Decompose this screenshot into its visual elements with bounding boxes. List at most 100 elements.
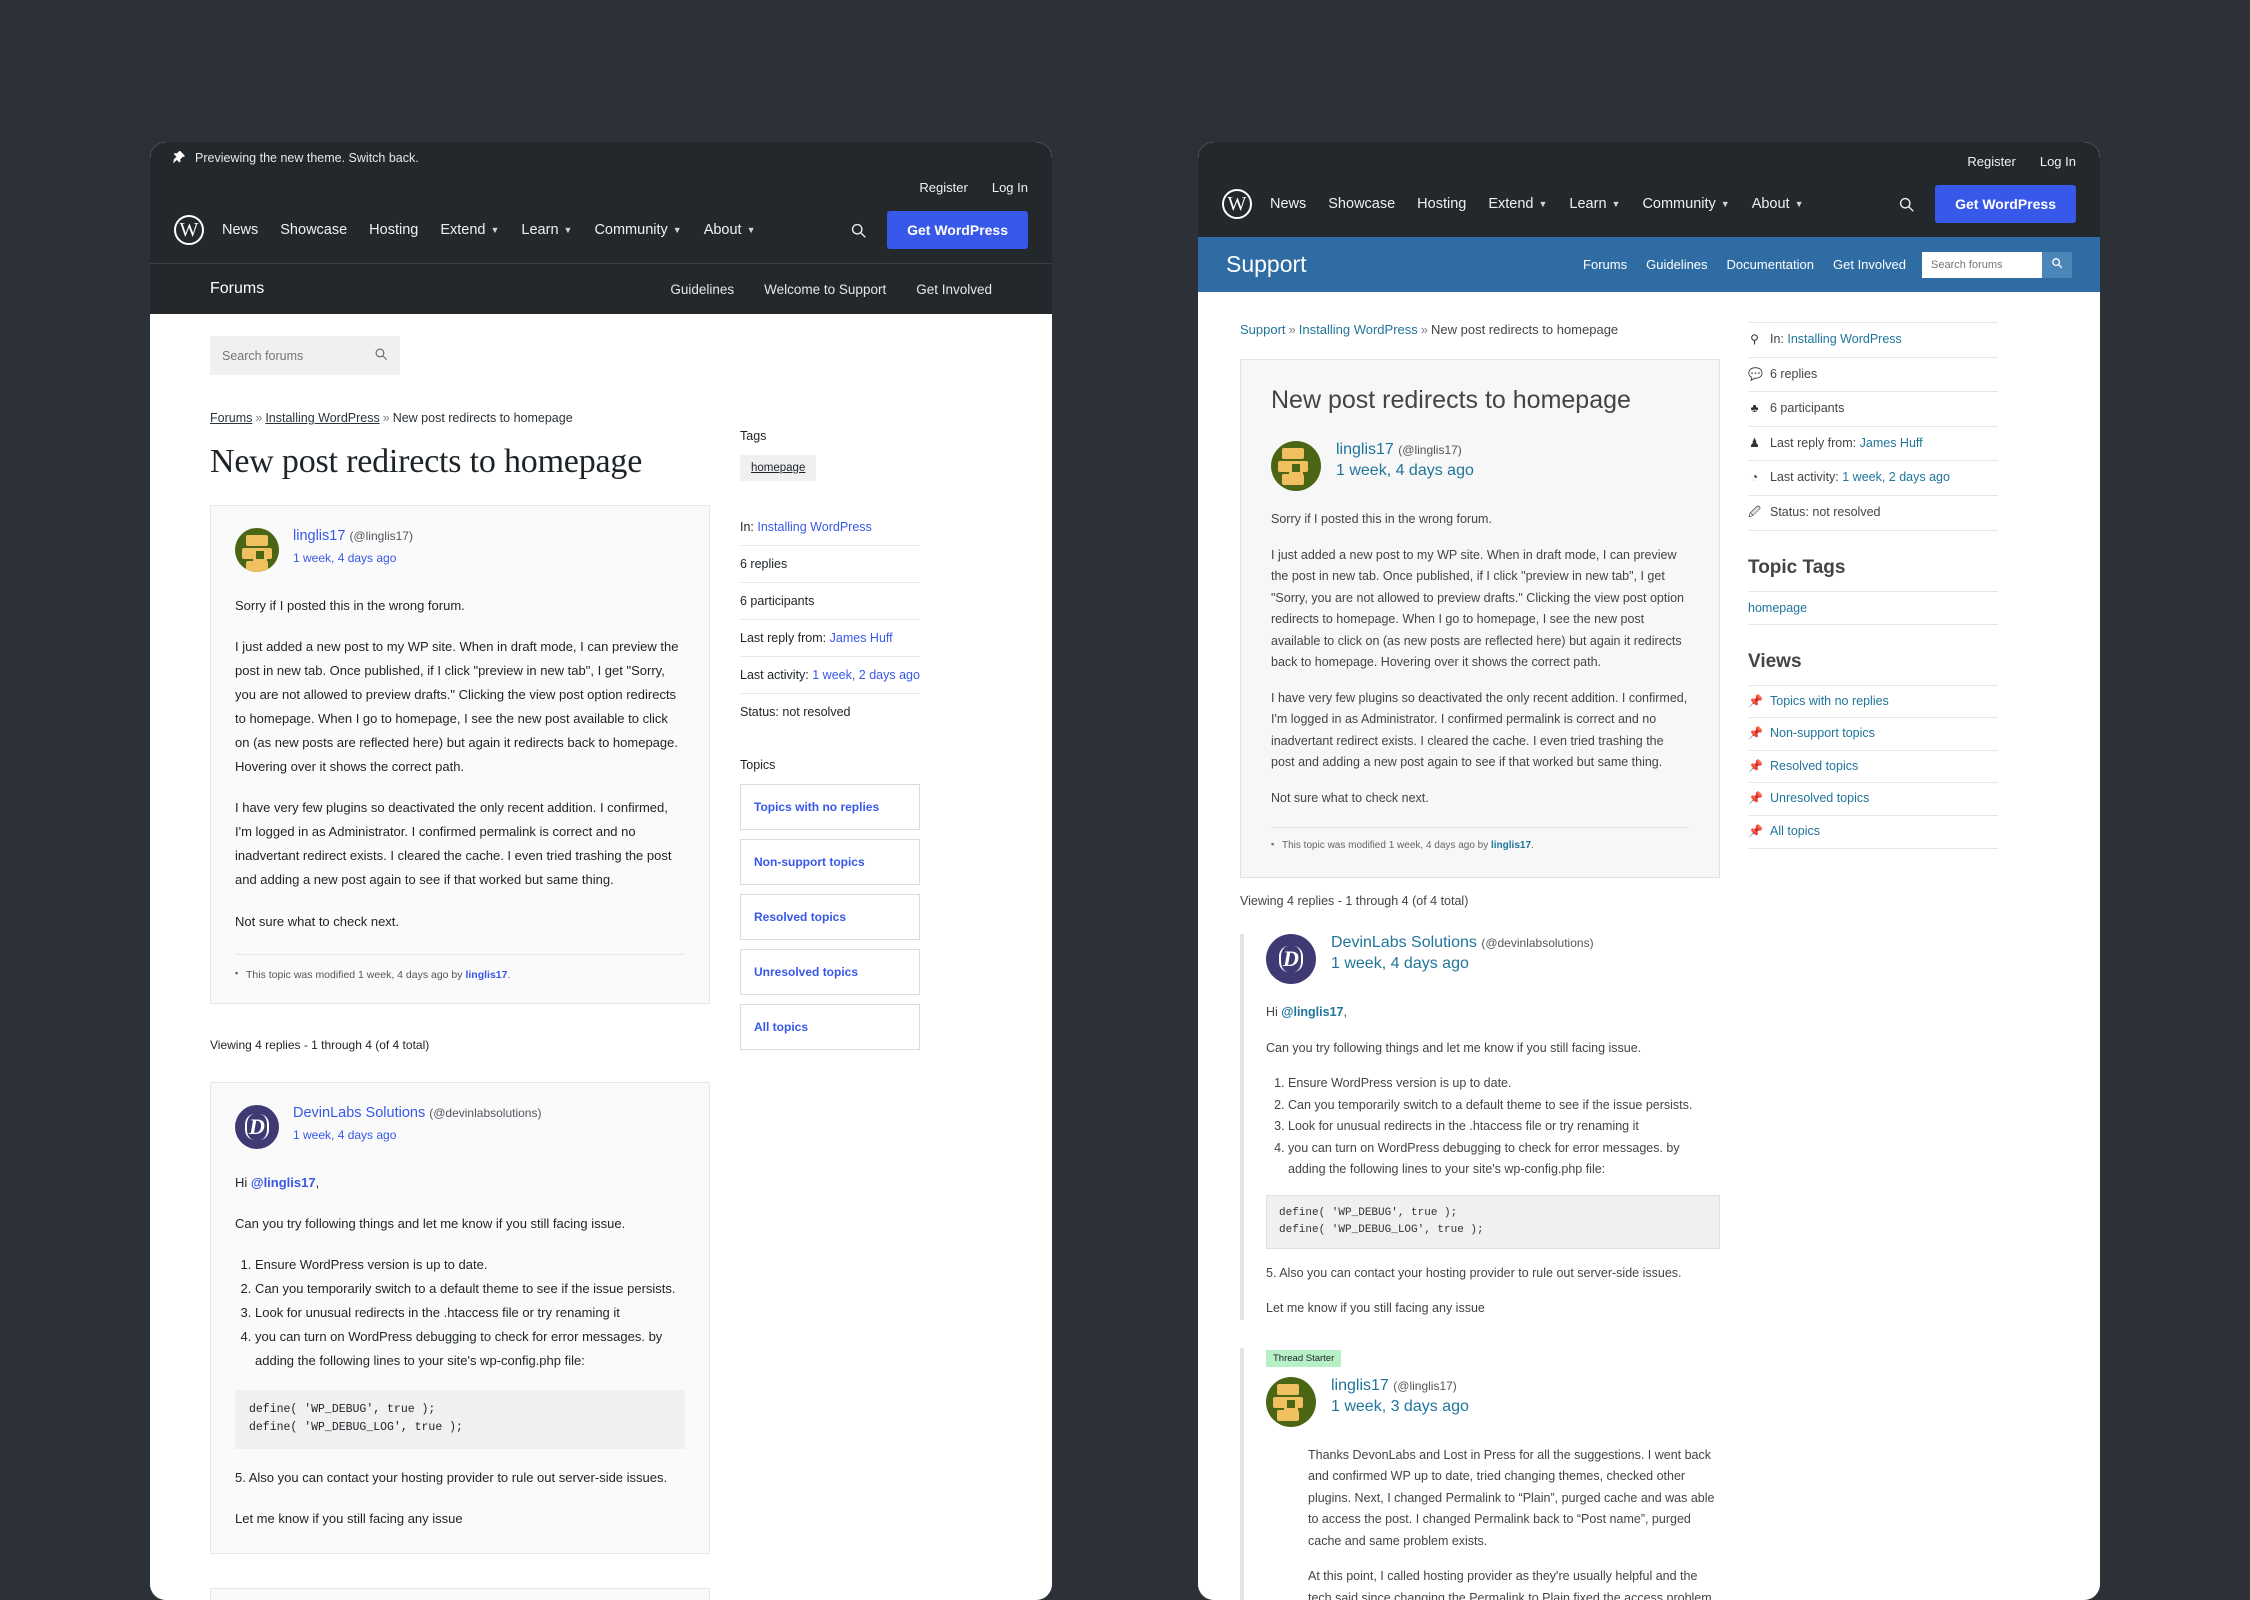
tag-row: homepage <box>1748 592 1998 625</box>
chevron-down-icon: ▼ <box>564 225 573 235</box>
view-non-support-topics[interactable]: Non-support topics <box>740 839 920 885</box>
support-link-guidelines[interactable]: Guidelines <box>1646 257 1707 272</box>
view-resolved-topics[interactable]: 📌Resolved topics <box>1748 751 1998 784</box>
post-date-link[interactable]: 1 week, 3 days ago <box>1331 1398 1469 1416</box>
meta-replies: 💬 6 replies <box>1748 358 1998 393</box>
view-topics-no-replies[interactable]: Topics with no replies <box>740 784 920 830</box>
modified-note-user[interactable]: linglis17 <box>1491 840 1531 851</box>
topic-first-post: New post redirects to homepage linglis17… <box>1240 359 1720 878</box>
search-icon[interactable] <box>374 347 388 364</box>
author-link[interactable]: linglis17 <box>1331 1377 1389 1394</box>
nav-label: Community <box>594 222 667 238</box>
breadcrumb-separator: » <box>1286 322 1299 337</box>
forums-brand[interactable]: Forums <box>210 280 264 298</box>
breadcrumb-installing-wordpress[interactable]: Installing WordPress <box>1299 322 1418 337</box>
login-link[interactable]: Log In <box>992 180 1028 195</box>
search-button[interactable] <box>2042 252 2072 278</box>
view-link[interactable]: Topics with no replies <box>1770 694 1889 708</box>
meta-link[interactable]: Installing WordPress <box>1787 332 1901 346</box>
post-header: linglis17 (@linglis17) 1 week, 4 days ag… <box>1271 441 1689 491</box>
avatar[interactable]: D <box>1266 934 1316 984</box>
nav-learn[interactable]: Learn▼ <box>1569 196 1620 212</box>
post-paragraph: Let me know if you still facing any issu… <box>235 1507 685 1531</box>
view-link[interactable]: Unresolved topics <box>1770 791 1869 805</box>
nav-hosting[interactable]: Hosting <box>1417 196 1466 212</box>
mention-link[interactable]: @linglis17 <box>1281 1005 1343 1019</box>
author-link[interactable]: linglis17 <box>1336 441 1394 458</box>
support-link-get-involved[interactable]: Get Involved <box>1833 257 1906 272</box>
nav-about[interactable]: About▼ <box>704 222 756 238</box>
nav-about[interactable]: About▼ <box>1752 196 1804 212</box>
nav-community[interactable]: Community▼ <box>594 222 681 238</box>
wordpress-logo-icon[interactable]: W <box>174 215 204 245</box>
post-date-link[interactable]: 1 week, 4 days ago <box>1331 955 1594 973</box>
meta-link[interactable]: Installing WordPress <box>757 520 871 534</box>
nav-extend[interactable]: Extend▼ <box>440 222 499 238</box>
view-link[interactable]: Resolved topics <box>1770 759 1858 773</box>
breadcrumb-forums[interactable]: Forums <box>210 411 252 425</box>
nav-showcase[interactable]: Showcase <box>1328 196 1395 212</box>
post-paragraph: Not sure what to check next. <box>1271 788 1689 810</box>
post-date-link[interactable]: 1 week, 4 days ago <box>293 551 413 565</box>
forums-link-guidelines[interactable]: Guidelines <box>670 282 734 297</box>
author-link[interactable]: linglis17 <box>293 528 345 544</box>
nav-news[interactable]: News <box>1270 196 1306 212</box>
view-topics-no-replies[interactable]: 📌Topics with no replies <box>1748 686 1998 719</box>
author-link[interactable]: DevinLabs Solutions <box>1331 934 1477 951</box>
post-paragraph: I have very few plugins so deactivated t… <box>235 796 685 892</box>
view-unresolved-topics[interactable]: 📌Unresolved topics <box>1748 783 1998 816</box>
nav-showcase[interactable]: Showcase <box>280 222 347 238</box>
support-link-forums[interactable]: Forums <box>1583 257 1627 272</box>
support-title[interactable]: Support <box>1226 251 1583 278</box>
view-unresolved-topics[interactable]: Unresolved topics <box>740 949 920 995</box>
nav-news[interactable]: News <box>222 222 258 238</box>
view-link[interactable]: All topics <box>1770 824 1820 838</box>
tag-homepage[interactable]: homepage <box>740 455 816 481</box>
support-link-documentation[interactable]: Documentation <box>1727 257 1814 272</box>
meta-in: In: Installing WordPress <box>740 509 920 546</box>
topic-meta-list: ⚲ In: Installing WordPress 💬 6 replies ♣… <box>1748 322 1998 531</box>
meta-link[interactable]: James Huff <box>830 631 893 645</box>
breadcrumb-support[interactable]: Support <box>1240 322 1286 337</box>
left-sidebar: Tags homepage In: Installing WordPress 6… <box>740 411 920 1600</box>
search-input[interactable] <box>222 349 362 363</box>
register-link[interactable]: Register <box>1967 154 2015 169</box>
post-date-link[interactable]: 1 week, 4 days ago <box>1336 462 1474 480</box>
mention-link[interactable]: @linglis17 <box>251 1175 316 1190</box>
register-link[interactable]: Register <box>919 180 967 195</box>
wordpress-logo-icon[interactable]: W <box>1222 189 1252 219</box>
view-all-topics[interactable]: 📌All topics <box>1748 816 1998 849</box>
login-link[interactable]: Log In <box>2040 154 2076 169</box>
view-all-topics[interactable]: All topics <box>740 1004 920 1050</box>
search-icon[interactable] <box>1898 196 1915 213</box>
get-wordpress-button[interactable]: Get WordPress <box>887 211 1028 249</box>
meta-link[interactable]: 1 week, 2 days ago <box>1842 470 1950 484</box>
view-link[interactable]: Non-support topics <box>1770 726 1875 740</box>
get-wordpress-button[interactable]: Get WordPress <box>1935 185 2076 223</box>
avatar[interactable]: D <box>235 1105 279 1149</box>
search-icon[interactable] <box>850 222 867 239</box>
search-input[interactable] <box>1922 252 2042 278</box>
forums-link-get-involved[interactable]: Get Involved <box>916 282 992 297</box>
nav-extend[interactable]: Extend▼ <box>1488 196 1547 212</box>
modified-note-user[interactable]: linglis17 <box>465 969 507 981</box>
view-resolved-topics[interactable]: Resolved topics <box>740 894 920 940</box>
post-date-link[interactable]: 1 week, 4 days ago <box>293 1128 541 1142</box>
meta-label: In: <box>1770 332 1787 346</box>
nav-hosting[interactable]: Hosting <box>369 222 418 238</box>
breadcrumb-installing-wordpress[interactable]: Installing WordPress <box>265 411 379 425</box>
avatar[interactable] <box>1271 441 1321 491</box>
meta-link[interactable]: 1 week, 2 days ago <box>812 668 920 682</box>
meta-link[interactable]: James Huff <box>1860 436 1923 450</box>
avatar[interactable] <box>235 528 279 572</box>
tag-homepage[interactable]: homepage <box>1748 601 1807 615</box>
avatar[interactable] <box>1266 1377 1316 1427</box>
author-link[interactable]: DevinLabs Solutions <box>293 1105 425 1121</box>
greeting-prefix: Hi <box>1266 1005 1281 1019</box>
forums-link-welcome[interactable]: Welcome to Support <box>764 282 886 297</box>
nav-learn[interactable]: Learn▼ <box>521 222 572 238</box>
view-non-support-topics[interactable]: 📌Non-support topics <box>1748 718 1998 751</box>
search-forums-box[interactable] <box>210 336 400 375</box>
nav-community[interactable]: Community▼ <box>1642 196 1729 212</box>
breadcrumb-separator: » <box>252 411 265 425</box>
